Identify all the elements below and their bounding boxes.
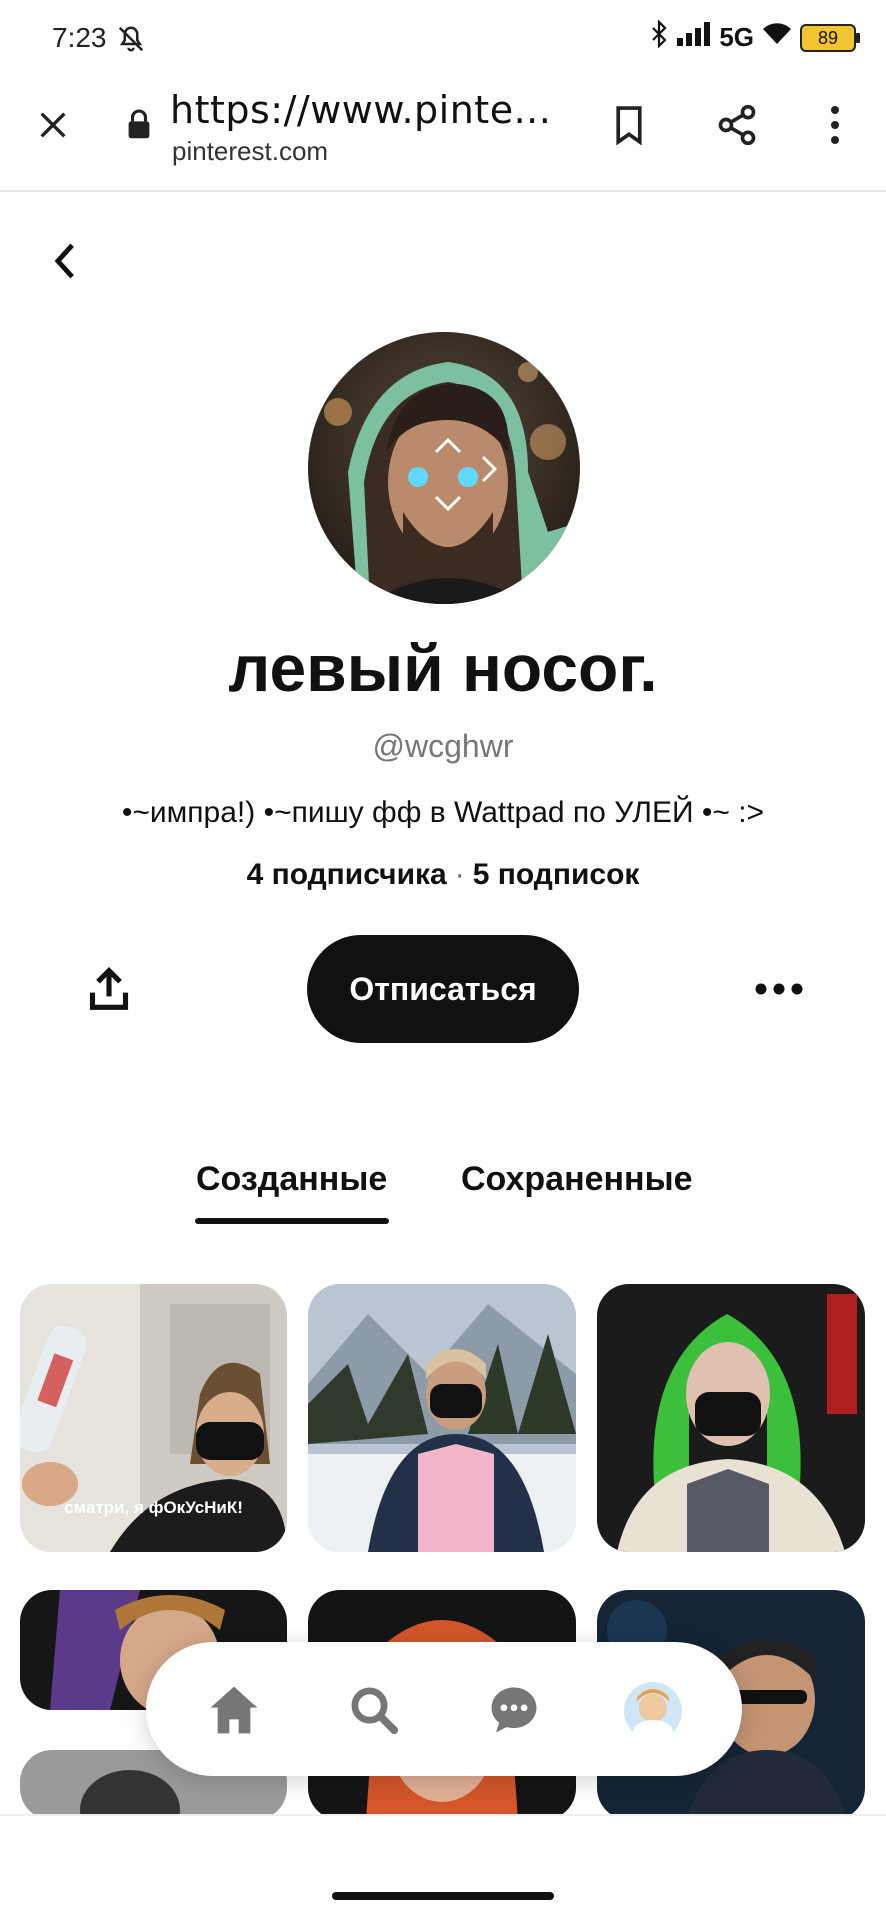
followers-count[interactable]: 4 подписчика	[247, 858, 447, 891]
stats-separator: ·	[454, 858, 465, 891]
unfollow-button[interactable]: Отписаться	[307, 935, 579, 1043]
bookmark-icon[interactable]	[604, 100, 654, 150]
profile-stats: 4 подписчика · 5 подписок	[0, 858, 886, 892]
mute-icon	[116, 24, 146, 59]
profile-bio: •~импра!) •~пишу фф в Wattpad по УЛЕЙ •~…	[121, 796, 765, 829]
status-time: 7:23	[52, 22, 107, 53]
pin-card[interactable]: сматри, я фОкУсНиК!	[20, 1284, 287, 1552]
search-icon[interactable]	[344, 1680, 404, 1740]
pin-caption: сматри, я фОкУсНиК!	[64, 1498, 243, 1517]
more-horiz-icon[interactable]	[752, 962, 806, 1016]
url-text[interactable]: https://www.pinte...	[170, 88, 551, 132]
home-indicator	[332, 1892, 554, 1900]
more-vert-icon[interactable]	[810, 100, 860, 150]
network-label: 5G	[719, 22, 754, 52]
profile-handle: @wcghwr	[372, 728, 514, 764]
lock-icon	[126, 108, 152, 145]
profile-name: левый носог.	[228, 631, 658, 705]
battery-indicator: 89	[800, 23, 860, 52]
bottom-strip	[0, 1814, 886, 1922]
tab-created[interactable]: Созданные	[196, 1160, 387, 1199]
close-icon[interactable]	[28, 100, 78, 150]
messages-icon[interactable]	[484, 1680, 544, 1740]
home-icon[interactable]	[204, 1680, 264, 1740]
url-domain: pinterest.com	[172, 136, 329, 166]
status-indicators: 5G 89	[649, 19, 860, 55]
tab-saved[interactable]: Сохраненные	[461, 1160, 693, 1199]
profile-avatar-small[interactable]	[624, 1682, 682, 1740]
back-icon[interactable]	[40, 236, 90, 286]
signal-icon	[677, 22, 711, 53]
pin-card[interactable]	[308, 1284, 576, 1552]
bluetooth-icon	[649, 19, 669, 55]
profile-avatar	[308, 332, 580, 604]
active-tab-indicator	[195, 1218, 389, 1224]
wifi-icon	[762, 22, 792, 53]
share-icon[interactable]	[712, 100, 762, 150]
following-count[interactable]: 5 подписок	[473, 858, 640, 891]
upload-share-icon[interactable]	[82, 962, 136, 1016]
pin-card[interactable]	[597, 1284, 865, 1552]
